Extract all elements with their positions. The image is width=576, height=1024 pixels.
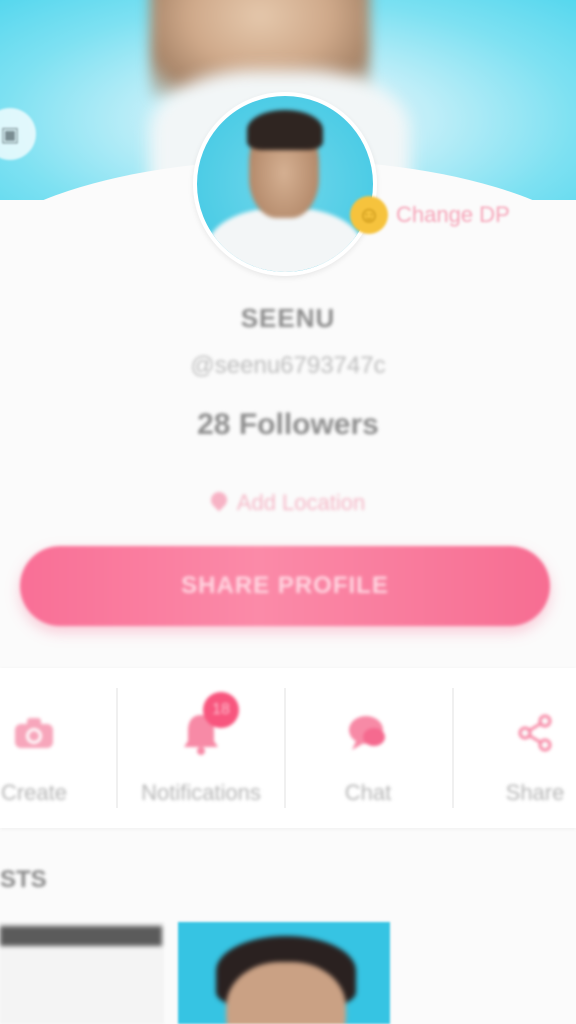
avatar-hair bbox=[247, 110, 323, 150]
location-pin-icon bbox=[211, 492, 227, 514]
smiley-icon: ☺ bbox=[350, 196, 388, 234]
share-label: Share bbox=[505, 780, 565, 805]
share-profile-button[interactable]: SHARE PROFILE bbox=[20, 546, 550, 626]
chat-icon bbox=[346, 708, 390, 758]
profile-avatar[interactable] bbox=[193, 92, 377, 276]
chat-label: Chat bbox=[344, 780, 392, 805]
notifications-label: Notifications bbox=[141, 780, 261, 805]
post-thumbnail[interactable] bbox=[0, 922, 164, 1024]
create-label: Create bbox=[0, 780, 68, 805]
share-icon bbox=[515, 708, 555, 758]
chat-button[interactable]: Chat bbox=[300, 668, 436, 828]
notification-badge: 18 bbox=[203, 692, 239, 728]
post-thumbnail[interactable] bbox=[178, 922, 390, 1024]
profile-handle: @seenu6793747c bbox=[190, 352, 386, 379]
followers-count[interactable]: 28 Followers bbox=[0, 408, 576, 442]
avatar-body bbox=[207, 208, 363, 272]
post-thumbnail-bar bbox=[0, 926, 162, 946]
camera-icon: ▣ bbox=[0, 123, 20, 146]
profile-username: SEENU bbox=[240, 303, 336, 333]
share-button[interactable]: Share bbox=[470, 668, 576, 828]
change-dp-button[interactable]: ☺ Change DP bbox=[350, 196, 510, 234]
add-location-button[interactable]: Add Location bbox=[0, 490, 576, 516]
action-bar: Create 18 Notifications Chat Share bbox=[0, 668, 576, 828]
divider bbox=[116, 688, 118, 808]
share-profile-label: SHARE PROFILE bbox=[181, 572, 389, 599]
divider bbox=[284, 688, 286, 808]
add-location-label: Add Location bbox=[236, 490, 366, 515]
change-dp-label: Change DP bbox=[396, 202, 510, 227]
bell-icon: 18 bbox=[181, 692, 239, 758]
camera-icon bbox=[13, 708, 55, 758]
divider bbox=[452, 688, 454, 808]
notifications-button[interactable]: 18 Notifications bbox=[126, 668, 276, 828]
posts-section-title: STS bbox=[0, 866, 47, 893]
create-button[interactable]: Create bbox=[0, 668, 98, 828]
